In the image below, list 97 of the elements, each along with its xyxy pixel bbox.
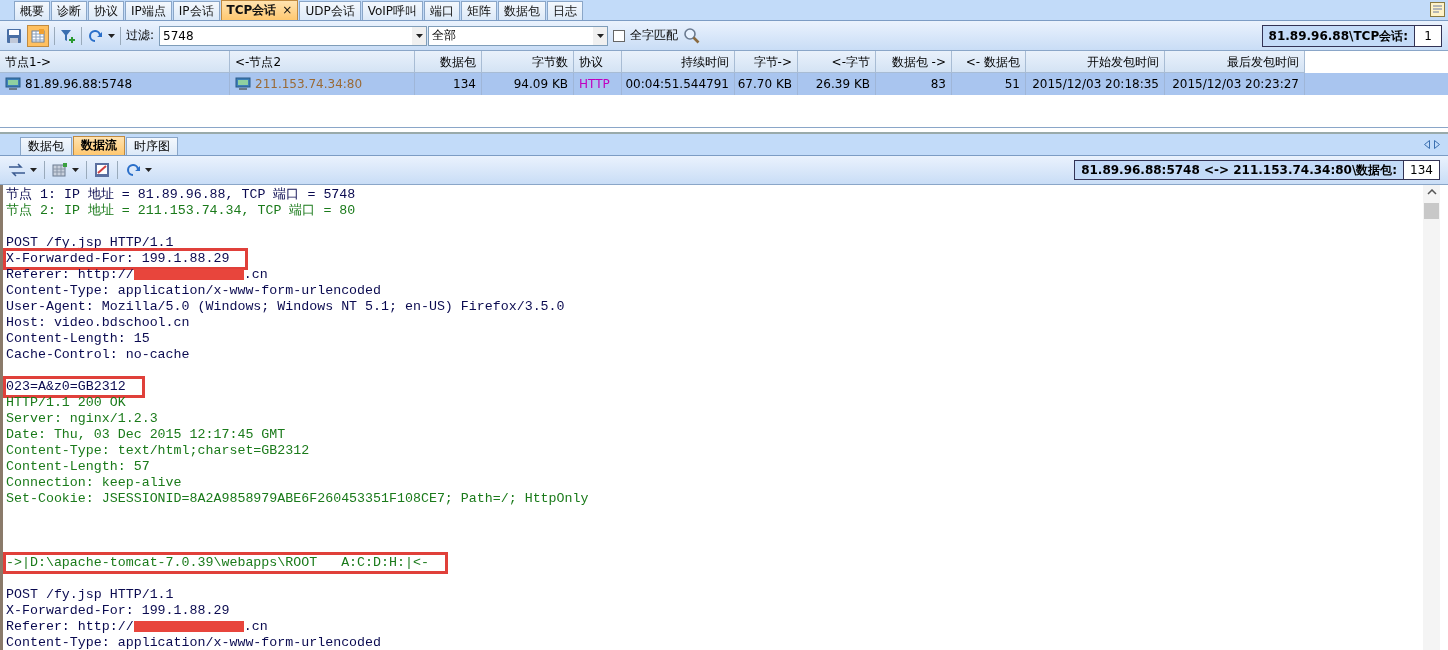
stream-line: User-Agent: Mozilla/5.0 (Windows; Windows NT 5.1; en-US) Firefox/3.5.0 — [6, 299, 565, 314]
count-field: 134 — [1403, 161, 1439, 179]
computer-icon — [235, 77, 251, 91]
tab[interactable]: VoIP呼叫 — [361, 1, 424, 20]
stream-line: Set-Cookie: JSESSIONID=8A2A9858979ABE6F260453351F108CE7; Path=/; HttpOnly — [6, 491, 589, 506]
table-cell: 2015/12/03 20:18:35 — [1032, 77, 1159, 91]
stream-line: Content-Type: application/x-www-form-urlencoded — [6, 635, 382, 650]
tab[interactable]: 端口 — [424, 1, 461, 20]
grid-button[interactable] — [27, 24, 49, 47]
stream-line: X-Forwarded-For: 199.1.88.29 — [6, 603, 230, 618]
panel-icon[interactable] — [1430, 2, 1445, 17]
table-cell: 94.09 KB — [513, 77, 568, 91]
scope-dropdown[interactable]: 全部 — [428, 25, 609, 46]
scroll-up-icon[interactable] — [1426, 189, 1437, 195]
stream-line: Referer: http:// — [6, 619, 134, 634]
context-label: 81.89.96.88\TCP会话: — [1267, 27, 1409, 45]
table-cell: 51 — [1004, 77, 1020, 91]
whole-word-label: 全字匹配 — [630, 27, 679, 44]
tab[interactable]: IP端点 — [125, 1, 172, 20]
tab[interactable]: 协议 — [88, 1, 124, 20]
tab[interactable]: 诊断 — [51, 1, 87, 20]
stream-line: Content-Type: application/x-www-form-urlencoded — [6, 283, 382, 298]
filter-icon[interactable] — [60, 27, 76, 44]
column-header[interactable]: 最后发包时间 — [1165, 51, 1305, 73]
stream-line: Cache-Control: no-cache — [6, 347, 190, 362]
column-header[interactable]: 字节数 — [482, 51, 574, 73]
caret-icon[interactable] — [72, 168, 79, 172]
tab[interactable]: 日志 — [547, 1, 584, 20]
whole-word-checkbox[interactable] — [613, 29, 626, 42]
stream-line: X-Forwarded-For: 199.1.88.29 — [6, 251, 230, 266]
table-cell: HTTP — [579, 77, 610, 91]
stream-line: .cn — [243, 619, 268, 634]
stream-line: Server: nginx/1.2.3 — [6, 411, 158, 426]
stream-line: HTTP/1.1 200 OK — [6, 395, 126, 410]
stream-line: 节点 2: IP 地址 = 211.153.74.34, TCP 端口 = 80 — [6, 203, 356, 218]
tab[interactable]: IP会话 — [172, 1, 220, 20]
stream-line: Host: video.bdschool.cn — [6, 315, 190, 330]
column-header[interactable]: 节点1-> — [0, 51, 230, 73]
dropdown-arrow-icon[interactable] — [596, 33, 604, 38]
column-header[interactable]: <-节点2 — [230, 51, 415, 73]
column-header[interactable]: 字节-> — [735, 51, 798, 73]
table-cell: 83 — [930, 77, 946, 91]
scroll-left-icon[interactable] — [1424, 140, 1430, 149]
stream-line: Date: Thu, 03 Dec 2015 12:17:45 GMT — [6, 427, 286, 442]
refresh-icon[interactable] — [125, 162, 141, 178]
save-icon[interactable] — [6, 27, 22, 44]
context-label: 81.89.96.88:5748 <-> 211.153.74.34:80\数据包: — [1080, 162, 1399, 179]
stream-line: .cn — [243, 267, 268, 282]
tab[interactable]: 数据流 — [73, 136, 125, 155]
caret-icon[interactable] — [108, 33, 115, 38]
export-icon[interactable] — [94, 162, 110, 178]
tab[interactable]: 概要 — [14, 1, 50, 20]
column-header[interactable]: 数据包 — [415, 51, 482, 73]
table-cell: 211.153.74.34:80 — [255, 77, 363, 91]
refresh-icon[interactable] — [87, 27, 103, 44]
stream-line: Content-Length: 57 — [6, 459, 150, 474]
count-field: 1 — [1414, 25, 1441, 46]
grid-icon — [30, 27, 46, 44]
caret-icon[interactable] — [145, 168, 152, 172]
filter-label: 过滤: — [126, 27, 155, 44]
table-cell: 00:04:51.544791 — [625, 77, 729, 91]
column-header[interactable]: 开始发包时间 — [1026, 51, 1165, 73]
scrollbar-thumb[interactable] — [1424, 203, 1439, 219]
tab[interactable]: 数据包 — [498, 1, 547, 20]
scrollbar[interactable] — [1423, 185, 1440, 650]
tab[interactable]: 矩阵 — [461, 1, 498, 20]
computer-icon — [5, 77, 21, 91]
column-header[interactable]: 持续时间 — [622, 51, 735, 73]
table-cell: 134 — [453, 77, 476, 91]
search-icon[interactable] — [683, 26, 702, 45]
stream-line: 023=A&z0=GB2312 — [6, 379, 126, 394]
tab[interactable]: 时序图 — [126, 137, 178, 155]
scroll-right-icon[interactable] — [1434, 140, 1440, 149]
stream-line: Content-Length: 15 — [6, 331, 150, 346]
table-row[interactable]: 81.89.96.88:5748 211.153.74.34:80 134 94.09 KB HTTP 00:04:51.544791 67.70 KB 26.39 KB 83 51 2015/12/03 20:18:35 2015/12/03 20:23:27 — [0, 73, 1448, 95]
table-cell: 2015/12/03 20:23:27 — [1172, 77, 1299, 91]
filter-field[interactable]: 5748 — [159, 25, 428, 46]
stream-line: POST /fy.jsp HTTP/1.1 — [6, 587, 174, 602]
tab[interactable]: 数据包 — [20, 137, 72, 155]
caret-icon[interactable] — [30, 168, 37, 172]
column-header[interactable]: <-字节 — [798, 51, 876, 73]
stream-line: Content-Type: text/html;charset=GB2312 — [6, 443, 310, 458]
close-icon[interactable]: × — [282, 3, 293, 17]
tab[interactable]: TCP会话 × — [220, 0, 299, 20]
swap-icon[interactable] — [8, 163, 26, 177]
column-header[interactable]: 协议 — [574, 51, 622, 73]
table-cell: 81.89.96.88:5748 — [25, 77, 133, 91]
stream-line: 节点 1: IP 地址 = 81.89.96.88, TCP 端口 = 5748 — [6, 187, 356, 202]
dropdown-arrow-icon[interactable] — [415, 33, 423, 38]
tab[interactable]: UDP会话 — [299, 1, 361, 20]
column-header[interactable]: <- 数据包 — [952, 51, 1026, 73]
column-header[interactable]: 数据包 -> — [876, 51, 952, 73]
table-cell: 26.39 KB — [815, 77, 870, 91]
stream-line: ->|D:\apache-tomcat-7.0.39\webapps\ROOT A:C:D:H:|<- — [6, 555, 429, 570]
table-cell: 67.70 KB — [737, 77, 792, 91]
stream-line: Referer: http:// — [6, 267, 134, 282]
stream-line: Connection: keep-alive — [6, 475, 182, 490]
